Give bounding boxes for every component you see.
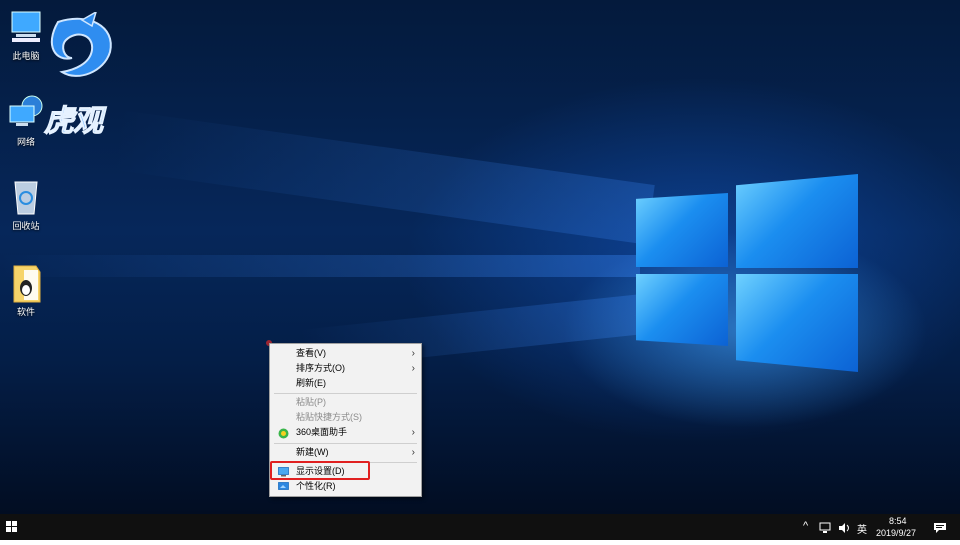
menu-item-label: 个性化(R): [296, 481, 336, 491]
chevron-right-icon: ›: [411, 447, 415, 458]
chevron-up-icon[interactable]: ^: [803, 520, 808, 532]
desktop-icon-label: 网络: [16, 137, 35, 147]
360-icon: [278, 428, 289, 439]
menu-item-view[interactable]: 查看(V) ›: [270, 346, 421, 361]
menu-item-label: 查看(V): [296, 348, 326, 358]
desktop-icon-network[interactable]: 网络: [0, 92, 52, 148]
desktop-icon-software[interactable]: 软件: [0, 262, 52, 318]
menu-separator: [274, 443, 417, 444]
action-center-icon[interactable]: [933, 521, 947, 533]
desktop-icon-recycle-bin[interactable]: 回收站: [0, 176, 52, 232]
network-icon: [6, 92, 46, 132]
menu-item-label: 新建(W): [296, 447, 329, 457]
personalize-icon: [278, 482, 289, 491]
menu-item-label: 粘贴(P): [296, 397, 326, 407]
desktop[interactable]: 虎观 此电脑 网络 回收站 软件 查看(V) › 排序方式(O) › 刷新(E)…: [0, 0, 960, 514]
light-beam: [111, 110, 655, 245]
ime-indicator[interactable]: 英: [857, 521, 867, 536]
windows-logo-pane: [736, 274, 858, 372]
menu-item-label: 粘贴快捷方式(S): [296, 412, 362, 422]
menu-item-paste[interactable]: 粘贴(P): [270, 395, 421, 410]
menu-item-360-desktop[interactable]: 360桌面助手 ›: [270, 425, 421, 440]
chevron-right-icon: ›: [411, 427, 415, 438]
watermark-text: 虎观: [44, 105, 104, 139]
menu-item-label: 排序方式(O): [296, 363, 345, 373]
menu-separator: [274, 393, 417, 394]
windows-logo-pane: [636, 274, 728, 346]
clock-time[interactable]: 8:54: [889, 516, 907, 526]
desktop-icon-label: 回收站: [12, 221, 40, 231]
menu-item-refresh[interactable]: 刷新(E): [270, 376, 421, 391]
menu-item-new[interactable]: 新建(W) ›: [270, 445, 421, 460]
recycle-bin-icon: [6, 176, 46, 216]
menu-item-label: 360桌面助手: [296, 427, 348, 437]
desktop-icon-label: 软件: [16, 307, 35, 317]
desktop-icon-this-pc[interactable]: 此电脑: [0, 6, 52, 62]
volume-icon[interactable]: [838, 521, 852, 533]
chevron-right-icon: ›: [411, 348, 415, 359]
menu-item-personalize[interactable]: 个性化(R): [270, 479, 421, 494]
folder-icon: [6, 262, 46, 303]
menu-item-label: 刷新(E): [296, 378, 326, 388]
chevron-right-icon: ›: [411, 363, 415, 374]
computer-icon: [6, 6, 46, 46]
desktop-icon-label: 此电脑: [12, 51, 40, 61]
light-beam: [0, 255, 640, 277]
windows-start-icon[interactable]: [0, 514, 24, 540]
taskbar: ^ 英 8:54 2019/9/27: [0, 514, 960, 540]
windows-logo-pane: [636, 193, 728, 267]
windows-logo-pane: [736, 174, 858, 268]
menu-item-paste-shortcut[interactable]: 粘贴快捷方式(S): [270, 410, 421, 425]
network-tray-icon[interactable]: [819, 521, 833, 533]
highlight-box: [270, 461, 370, 480]
menu-item-sort-by[interactable]: 排序方式(O) ›: [270, 361, 421, 376]
clock-date[interactable]: 2019/9/27: [876, 528, 916, 538]
